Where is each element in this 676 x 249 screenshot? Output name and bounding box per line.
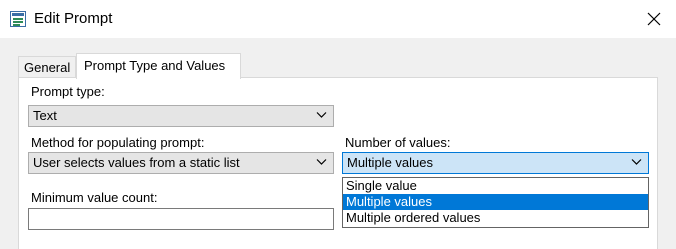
prompt-form-icon xyxy=(10,11,26,27)
method-label: Method for populating prompt: xyxy=(31,135,205,150)
chevron-down-icon xyxy=(631,159,642,165)
window-title: Edit Prompt xyxy=(34,10,113,27)
option-single-value[interactable]: Single value xyxy=(343,178,648,194)
number-of-values-select[interactable]: Multiple values xyxy=(342,152,649,174)
option-multiple-ordered-values[interactable]: Multiple ordered values xyxy=(343,210,648,226)
number-of-values-dropdown: Single value Multiple values Multiple or… xyxy=(342,177,649,228)
title-bar: Edit Prompt xyxy=(0,0,676,38)
prompt-type-value: Text xyxy=(33,108,57,123)
min-count-input[interactable] xyxy=(28,208,334,230)
tab-general[interactable]: General xyxy=(18,56,76,77)
tab-prompt-type-and-values[interactable]: Prompt Type and Values xyxy=(76,53,241,79)
min-count-label: Minimum value count: xyxy=(31,190,158,205)
number-of-values-label: Number of values: xyxy=(345,135,451,150)
number-of-values-value: Multiple values xyxy=(347,155,433,170)
method-select[interactable]: User selects values from a static list xyxy=(28,152,334,174)
prompt-type-select[interactable]: Text xyxy=(28,105,334,127)
method-value: User selects values from a static list xyxy=(33,155,240,170)
prompt-type-label: Prompt type: xyxy=(31,84,105,99)
close-button[interactable] xyxy=(644,9,664,29)
option-multiple-values[interactable]: Multiple values xyxy=(343,194,648,210)
chevron-down-icon xyxy=(316,159,327,165)
chevron-down-icon xyxy=(316,112,327,118)
close-icon xyxy=(647,12,661,26)
